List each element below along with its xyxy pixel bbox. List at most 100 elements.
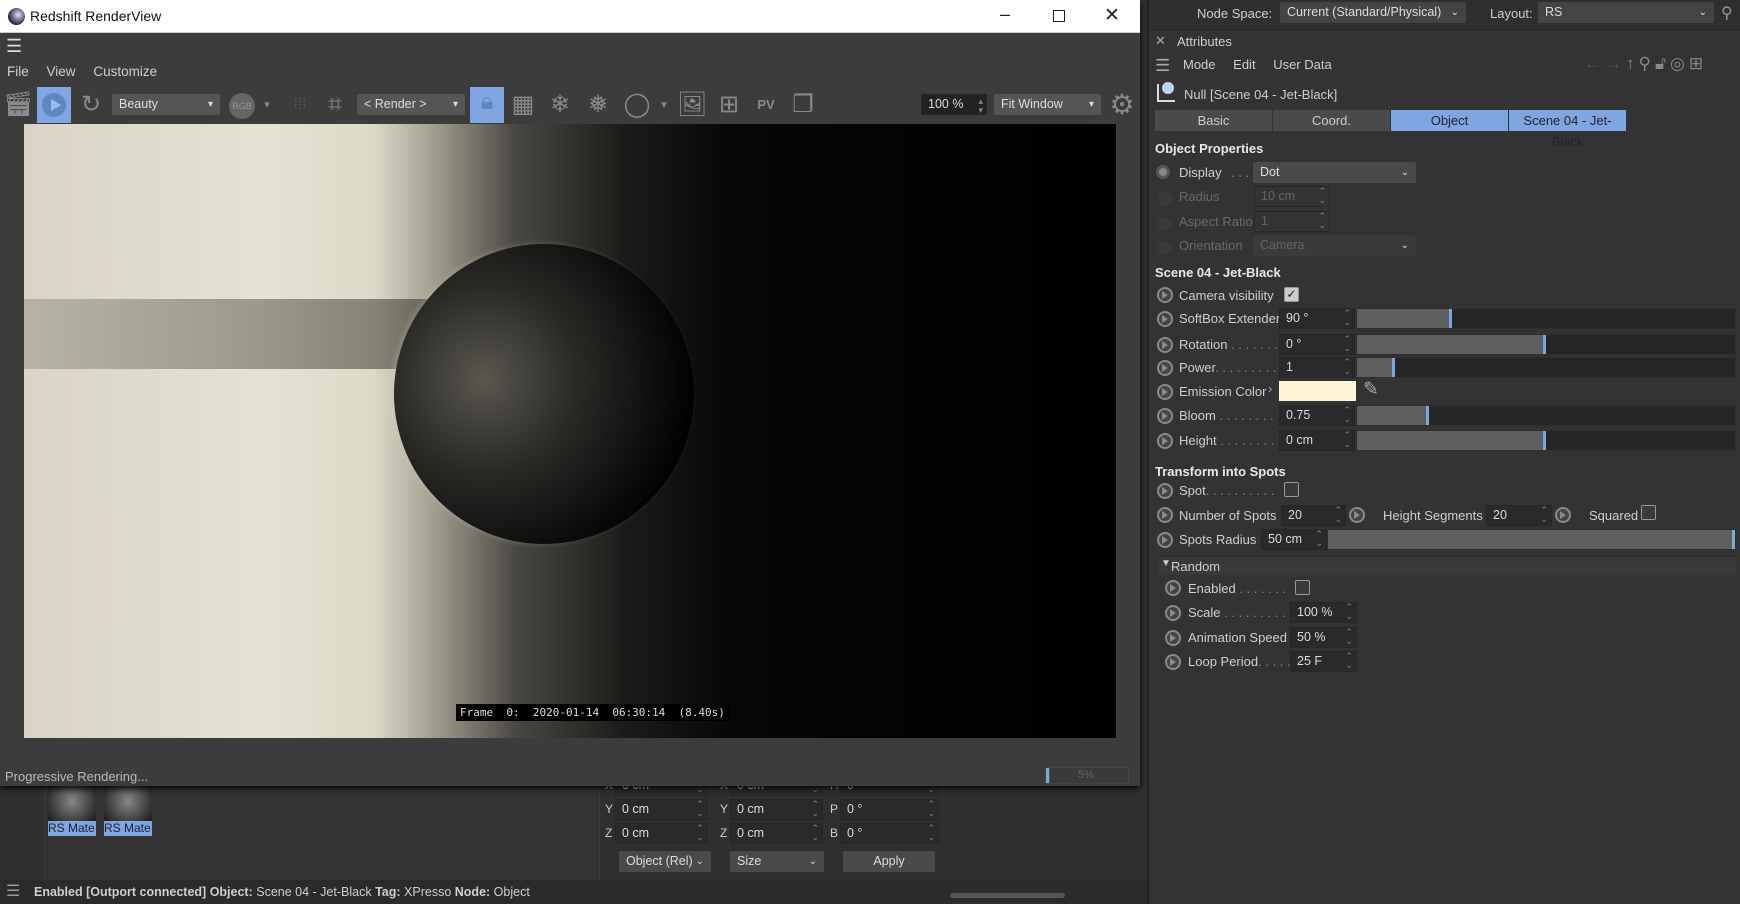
spots-radius-input[interactable]: 50 cm ⌃ ⌄ <box>1261 529 1327 550</box>
circle-icon[interactable]: ◯ <box>622 90 652 120</box>
search-icon[interactable]: ⚲ <box>1721 3 1733 23</box>
target-icon[interactable]: ◎ <box>1670 54 1689 73</box>
height-segments-input[interactable]: 20 ⌃ ⌄ <box>1486 505 1552 526</box>
spots-radius-slider[interactable] <box>1327 529 1736 550</box>
radio-icon[interactable] <box>1158 241 1172 255</box>
emission-expand-arrow[interactable]: › <box>1268 381 1272 396</box>
coord-input[interactable]: 0 cm ⌃⌄ <box>730 823 823 844</box>
menu-file[interactable]: File <box>7 64 29 79</box>
animation-keyframe-icon[interactable] <box>1157 311 1173 327</box>
animation-keyframe-icon[interactable] <box>1349 507 1365 523</box>
random-param-input[interactable]: 100 % ⌃ ⌄ <box>1290 602 1357 623</box>
node-space-select[interactable]: Current (Standard/Physical) ⌄ <box>1280 2 1466 23</box>
caret-down-icon[interactable]: ▾ <box>657 90 671 120</box>
animation-keyframe-icon[interactable] <box>1157 287 1173 303</box>
spinner-icon[interactable]: ⌃⌄ <box>811 824 819 842</box>
caret-down-icon[interactable]: ▾ <box>260 90 274 120</box>
spinner-icon[interactable]: ⌃⌄ <box>1318 212 1326 230</box>
animation-keyframe-icon[interactable] <box>1157 384 1173 400</box>
aov-select[interactable]: Beauty ▾ <box>112 94 220 115</box>
settings-gear-icon[interactable]: ⚙ <box>1107 90 1137 120</box>
orientation-select[interactable]: Camera ⌄ <box>1253 235 1416 256</box>
material-name[interactable]: RS Mate <box>104 821 152 836</box>
spinner-icon[interactable]: ⌃⌄ <box>1345 652 1353 670</box>
copy-icon[interactable]: ❐ <box>788 90 818 120</box>
animation-keyframe-icon[interactable] <box>1157 337 1173 353</box>
animation-keyframe-icon[interactable] <box>1165 630 1181 646</box>
material-name[interactable]: RS Mate <box>48 821 96 836</box>
emission-color-swatch[interactable] <box>1279 381 1356 401</box>
image-icon[interactable]: 🖼︎ <box>677 90 707 120</box>
radius-input[interactable]: 10 cm ⌃ ⌄ <box>1254 186 1330 207</box>
zoom-input[interactable]: 100 % ▴ ▾ <box>921 94 987 115</box>
menu-mode[interactable]: Mode <box>1183 57 1216 72</box>
menu-user-data[interactable]: User Data <box>1273 57 1332 72</box>
tab-basic[interactable]: Basic <box>1155 110 1273 131</box>
animation-keyframe-icon[interactable] <box>1157 408 1173 424</box>
forward-arrow-icon[interactable]: → <box>1605 54 1626 73</box>
close-button[interactable]: ✕ <box>1104 4 1120 27</box>
lock-icon[interactable]: 🔓︎ <box>1655 54 1670 73</box>
tab-coord-[interactable]: Coord. <box>1273 110 1391 131</box>
spinner-icon[interactable]: ⌃⌄ <box>1318 187 1326 205</box>
coord-input[interactable]: 0 cm ⌃⌄ <box>730 799 823 820</box>
param-input[interactable]: 1 ⌃ ⌄ <box>1279 357 1355 378</box>
coord-input[interactable]: 0 cm ⌃⌄ <box>615 823 708 844</box>
random-param-input[interactable]: 50 % ⌃ ⌄ <box>1290 627 1357 648</box>
back-arrow-icon[interactable]: ← <box>1584 54 1605 73</box>
param-input[interactable]: 0 cm ⌃ ⌄ <box>1279 430 1355 451</box>
spinner-icon[interactable]: ⌃⌄ <box>1343 406 1351 424</box>
render-region-select[interactable]: < Render > ▾ <box>357 94 465 115</box>
camera-visibility-checkbox[interactable]: ✓ <box>1284 287 1299 302</box>
tab-scene-04-jet-black[interactable]: Scene 04 - Jet-Black <box>1509 110 1627 149</box>
snowflake-g-icon[interactable]: ❅ <box>583 90 613 120</box>
spinner-icon[interactable]: ⌃⌄ <box>1343 309 1351 327</box>
animation-keyframe-icon[interactable] <box>1157 360 1173 376</box>
spinner-icon[interactable]: ⌃⌄ <box>696 800 704 818</box>
rgb-button[interactable]: RGB <box>229 93 255 119</box>
coord-input[interactable]: 0 cm ⌃⌄ <box>615 799 708 820</box>
eyedropper-icon[interactable]: ✎ <box>1363 378 1379 401</box>
new-panel-icon[interactable]: ⊞ <box>1689 54 1707 73</box>
spinner-icon[interactable]: ▴ ▾ <box>978 97 983 115</box>
fit-select[interactable]: Fit Window ▾ <box>994 94 1101 115</box>
play-button[interactable] <box>37 87 71 123</box>
param-slider[interactable] <box>1356 334 1736 355</box>
spot-checkbox[interactable] <box>1284 482 1299 497</box>
spinner-icon[interactable]: ⌃⌄ <box>1315 530 1323 548</box>
display-select[interactable]: Dot ⌄ <box>1253 162 1416 183</box>
animation-keyframe-icon[interactable] <box>1157 483 1173 499</box>
spinner-icon[interactable]: ⌃⌄ <box>1343 431 1351 449</box>
param-slider[interactable] <box>1356 430 1736 451</box>
aspect-ratio-input[interactable]: 1 ⌃ ⌄ <box>1254 211 1330 232</box>
param-slider[interactable] <box>1356 357 1736 378</box>
coord-input[interactable]: 0 ° ⌃⌄ <box>840 823 939 844</box>
size-mode-select[interactable]: Size ⌄ <box>730 851 824 872</box>
snowflake-icon[interactable]: ❄ <box>545 90 575 120</box>
search-icon[interactable]: ⚲ <box>1639 54 1655 73</box>
coord-input[interactable]: 0 ° ⌃⌄ <box>840 799 939 820</box>
pv-icon[interactable]: PV <box>751 90 781 120</box>
spinner-icon[interactable]: ⌃⌄ <box>1345 628 1353 646</box>
menu-customize[interactable]: Customize <box>93 64 157 79</box>
param-slider[interactable] <box>1356 308 1736 329</box>
tab-object[interactable]: Object <box>1391 110 1509 131</box>
radio-icon[interactable] <box>1156 165 1170 179</box>
spinner-icon[interactable]: ⌃⌄ <box>927 824 935 842</box>
minimize-button[interactable]: – <box>1000 4 1010 25</box>
animation-keyframe-icon[interactable] <box>1165 605 1181 621</box>
animation-keyframe-icon[interactable] <box>1555 507 1571 523</box>
param-input[interactable]: 0 ° ⌃ ⌄ <box>1279 334 1355 355</box>
up-arrow-icon[interactable]: ↑ <box>1626 54 1639 73</box>
spinner-icon[interactable]: ⌃⌄ <box>811 800 819 818</box>
menu-view[interactable]: View <box>47 64 76 79</box>
maximize-button[interactable] <box>1053 10 1065 22</box>
param-input[interactable]: 0.75 ⌃ ⌄ <box>1279 405 1355 426</box>
menu-edit[interactable]: Edit <box>1233 57 1255 72</box>
spinner-icon[interactable]: ⌃⌄ <box>1540 506 1548 524</box>
refresh-icon[interactable]: ↻ <box>76 90 106 120</box>
clapper-icon[interactable]: 🎬︎ <box>3 90 33 120</box>
number-of-spots-input[interactable]: 20 ⌃ ⌄ <box>1281 505 1346 526</box>
animation-keyframe-icon[interactable] <box>1165 580 1181 596</box>
layout-select[interactable]: RS ⌄ <box>1538 2 1714 23</box>
